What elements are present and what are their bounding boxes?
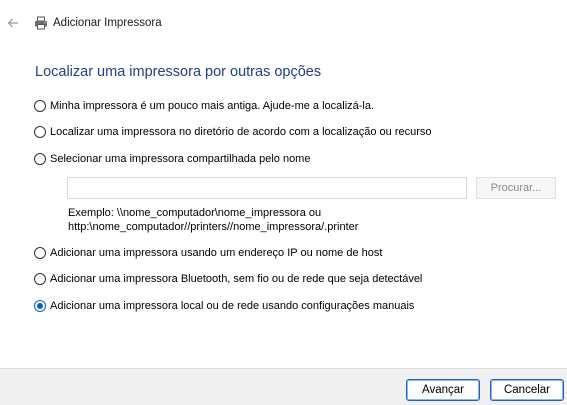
add-printer-window: Adicionar Impressora ' Localizar uma imp…: [0, 0, 567, 405]
option-older-printer[interactable]: Minha impressora é um pouco mais antiga.…: [34, 98, 374, 114]
option-bluetooth-wireless[interactable]: Adicionar uma impressora Bluetooth, sem …: [34, 271, 422, 287]
example-text: Exemplo: \\nome_computador\nome_impresso…: [68, 207, 358, 234]
option-ip-address[interactable]: Adicionar uma impressora usando um ender…: [34, 245, 382, 261]
title-bar: Adicionar Impressora ': [0, 0, 567, 48]
shared-printer-name-input[interactable]: [67, 177, 467, 199]
radio-bluetooth-wireless[interactable]: [34, 273, 46, 285]
corner-mark: ': [563, 0, 565, 6]
option-label: Selecionar uma impressora compartilhada …: [50, 153, 311, 165]
radio-local-manual[interactable]: [34, 300, 46, 312]
option-label: Minha impressora é um pouco mais antiga.…: [50, 100, 375, 112]
radio-directory-search[interactable]: [34, 126, 46, 138]
page-heading: Localizar uma impressora por outras opçõ…: [35, 64, 322, 80]
cancel-button[interactable]: Cancelar: [490, 379, 564, 401]
example-line-2: http:\nome_computador//printers//nome_im…: [68, 220, 359, 233]
option-directory-search[interactable]: Localizar uma impressora no diretório de…: [34, 124, 432, 140]
example-line-1: Exemplo: \\nome_computador\nome_impresso…: [68, 207, 322, 219]
radio-shared-by-name[interactable]: [34, 153, 46, 165]
option-local-manual[interactable]: Adicionar uma impressora local ou de red…: [34, 298, 414, 314]
radio-ip-address[interactable]: [34, 247, 46, 259]
back-button[interactable]: [4, 14, 22, 32]
dialog-footer: Avançar Cancelar: [0, 368, 567, 405]
option-label: Adicionar uma impressora usando um ender…: [50, 247, 383, 259]
next-button[interactable]: Avançar: [406, 379, 480, 401]
printer-icon: [35, 16, 47, 30]
window-title: Adicionar Impressora: [53, 17, 162, 29]
option-label: Adicionar uma impressora Bluetooth, sem …: [50, 273, 423, 285]
option-shared-by-name[interactable]: Selecionar uma impressora compartilhada …: [34, 151, 310, 167]
option-label: Adicionar uma impressora local ou de red…: [50, 300, 415, 312]
arrow-left-icon: [7, 18, 18, 28]
browse-button[interactable]: Procurar...: [476, 177, 556, 199]
option-label: Localizar uma impressora no diretório de…: [50, 126, 432, 138]
radio-older-printer[interactable]: [34, 100, 46, 112]
